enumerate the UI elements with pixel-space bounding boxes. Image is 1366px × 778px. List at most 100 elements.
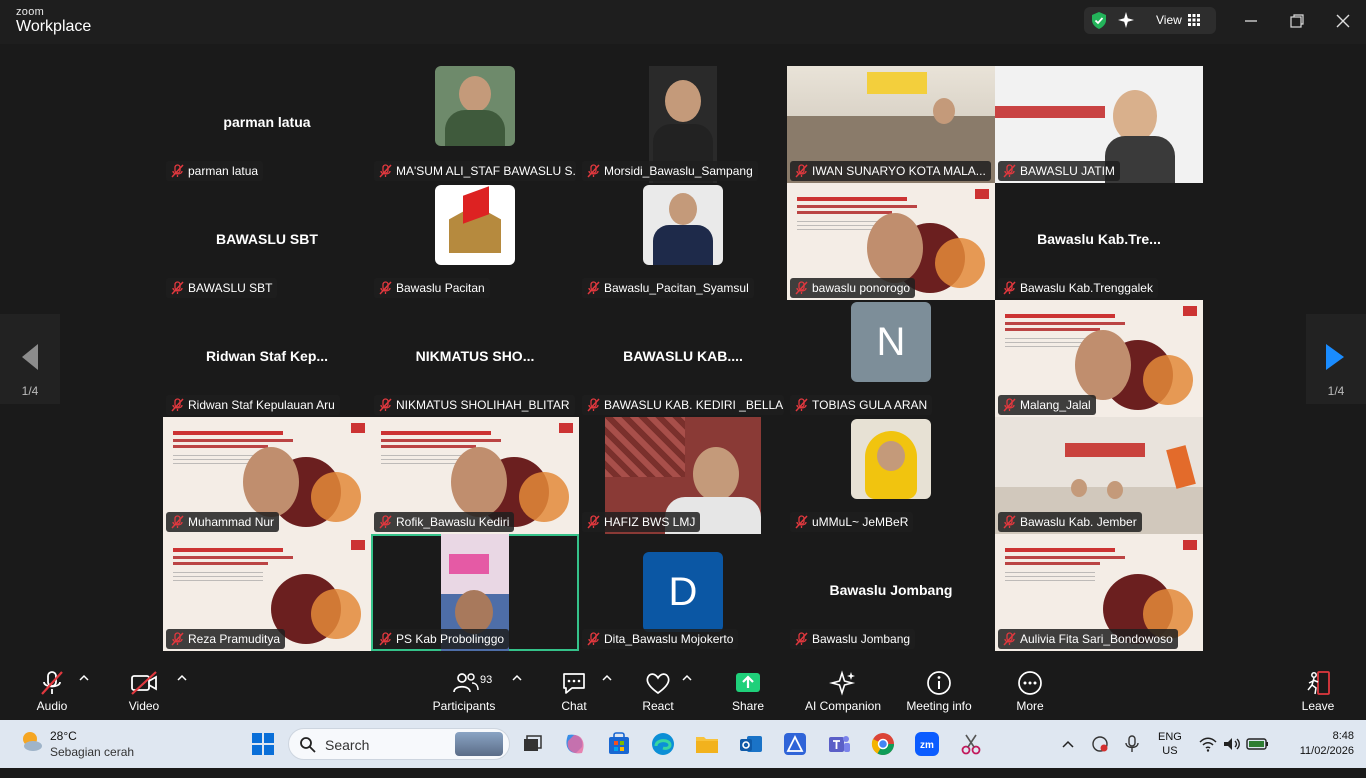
video-off-icon <box>131 671 157 695</box>
mic-muted-icon <box>171 164 184 178</box>
taskbar-search[interactable]: Search <box>288 728 510 760</box>
zoom-app-icon[interactable]: zm <box>914 731 940 757</box>
prev-page-button[interactable]: 1/4 <box>0 314 60 404</box>
video-gallery: 1/4 1/4 parman latua parman latua MA'SUM A… <box>0 44 1366 660</box>
participant-tile[interactable]: HAFIZ BWS LMJ <box>579 417 787 534</box>
participant-name: Muhammad Nur <box>188 515 275 529</box>
participants-button[interactable]: 93 Participants <box>428 660 500 720</box>
participant-display-name: Ridwan Staf Kep... <box>205 348 329 364</box>
participants-caret-icon[interactable] <box>512 674 522 682</box>
react-caret-icon[interactable] <box>682 674 692 682</box>
teams-icon[interactable] <box>826 731 852 757</box>
volume-icon[interactable] <box>1222 734 1242 754</box>
participant-tile[interactable]: Rofik_Bawaslu Kediri <box>371 417 579 534</box>
mic-muted-icon <box>41 671 63 695</box>
participant-name-label: Bawaslu Jombang <box>790 629 916 649</box>
participant-name-label: bawaslu ponorogo <box>790 278 916 298</box>
cloud-sync-icon[interactable] <box>1090 734 1110 754</box>
info-icon <box>927 671 951 695</box>
edge-icon[interactable] <box>650 731 676 757</box>
mic-tray-icon[interactable] <box>1122 734 1142 754</box>
avatar-initial: N <box>851 302 931 382</box>
mic-muted-icon <box>379 398 392 412</box>
close-icon[interactable] <box>1332 10 1354 32</box>
participant-tile[interactable]: NIKMATUS SHO... NIKMATUS SHOLIHAH_BLITAR <box>371 300 579 417</box>
participant-tile[interactable]: D Dita_Bawaslu Mojokerto <box>579 534 787 651</box>
more-icon <box>1018 671 1042 695</box>
video-caret-icon[interactable] <box>177 674 187 682</box>
participant-name: Ridwan Staf Kepulauan Aru <box>188 398 335 412</box>
audio-caret-icon[interactable] <box>79 674 89 682</box>
mic-muted-icon <box>171 515 184 529</box>
task-view-icon[interactable] <box>518 731 544 757</box>
participant-tile[interactable]: uMMuL~ JeMBeR <box>787 417 995 534</box>
participant-tile[interactable]: Bawaslu Kab.Tre... Bawaslu Kab.Trenggalek <box>995 183 1203 300</box>
battery-icon[interactable] <box>1246 734 1270 754</box>
participant-tile[interactable]: Bawaslu Pacitan <box>371 183 579 300</box>
participant-tile[interactable]: IWAN SUNARYO KOTA MALA... <box>787 66 995 183</box>
snipping-tool-icon[interactable] <box>958 731 984 757</box>
mic-muted-icon <box>1003 164 1016 178</box>
participant-display-name: parman latua <box>223 114 311 130</box>
meeting-info-label: Meeting info <box>906 699 972 713</box>
language-indicator[interactable]: ENG US <box>1158 730 1182 778</box>
leave-icon <box>1307 671 1330 695</box>
copilot-icon[interactable] <box>562 731 588 757</box>
next-page-button[interactable]: 1/4 <box>1306 314 1366 404</box>
ai-companion-label: AI Companion <box>804 699 882 713</box>
app-logo: zoom Workplace <box>16 7 91 35</box>
system-clock[interactable]: 8:48 11/02/2026 <box>1300 729 1354 759</box>
participant-name-label: BAWASLU SBT <box>166 278 278 298</box>
mic-muted-icon <box>795 164 808 178</box>
participant-tile[interactable]: MA'SUM ALI_STAF BAWASLU S... <box>371 66 579 183</box>
page-indicator-right: 1/4 <box>1327 384 1345 398</box>
chrome-icon[interactable] <box>870 731 896 757</box>
participant-tile[interactable]: PS Kab Probolinggo <box>371 534 579 651</box>
minimize-icon[interactable] <box>1240 10 1262 32</box>
participant-tile[interactable]: BAWASLU SBT BAWASLU SBT <box>163 183 371 300</box>
weather-widget[interactable]: 28°C Sebagian cerah <box>18 728 134 759</box>
audio-button[interactable]: Audio <box>24 660 80 720</box>
participant-name-label: Dita_Bawaslu Mojokerto <box>582 629 739 649</box>
meeting-info-button[interactable]: Meeting info <box>902 660 976 720</box>
file-explorer-icon[interactable] <box>694 731 720 757</box>
participant-tile[interactable]: Malang_Jalal <box>995 300 1203 417</box>
view-label: View <box>1156 13 1182 27</box>
video-button[interactable]: Video <box>116 660 172 720</box>
participant-name-label: Muhammad Nur <box>166 512 280 532</box>
svg-text:zm: zm <box>920 740 934 751</box>
participant-tile[interactable]: bawaslu ponorogo <box>787 183 995 300</box>
participant-tile[interactable]: Reza Pramuditya <box>163 534 371 651</box>
ai-companion-button[interactable]: AI Companion <box>802 660 884 720</box>
participant-tile[interactable]: N TOBIAS GULA ARAN <box>787 300 995 417</box>
wifi-icon[interactable] <box>1198 734 1218 754</box>
windows-start-icon[interactable] <box>250 731 276 757</box>
outlook-icon[interactable] <box>738 731 764 757</box>
participant-name-label: Ridwan Staf Kepulauan Aru <box>166 395 340 415</box>
mic-muted-icon <box>587 398 600 412</box>
participant-tile[interactable]: Ridwan Staf Kep... Ridwan Staf Kepulauan … <box>163 300 371 417</box>
microsoft-store-icon[interactable] <box>606 731 632 757</box>
search-icon <box>300 737 316 753</box>
participant-tile[interactable]: parman latua parman latua <box>163 66 371 183</box>
participant-tile[interactable]: BAWASLU JATIM <box>995 66 1203 183</box>
participant-tile[interactable]: Morsidi_Bawaslu_Sampang <box>579 66 787 183</box>
participant-tile[interactable]: BAWASLU KAB.... BAWASLU KAB. KEDIRI _BELL… <box>579 300 787 417</box>
app-icon-triangle[interactable] <box>782 731 808 757</box>
participant-tile[interactable]: Bawaslu Kab. Jember <box>995 417 1203 534</box>
chat-caret-icon[interactable] <box>602 674 612 682</box>
leave-button[interactable]: Leave <box>1296 660 1340 720</box>
share-button[interactable]: Share <box>722 660 774 720</box>
ai-sparkle-icon <box>829 670 856 696</box>
participant-tile[interactable]: Muhammad Nur <box>163 417 371 534</box>
restore-icon[interactable] <box>1286 10 1308 32</box>
chevron-up-icon[interactable] <box>1058 734 1078 754</box>
view-button[interactable]: View <box>1084 7 1216 34</box>
react-button[interactable]: React <box>632 660 684 720</box>
participant-tile[interactable]: Bawaslu_Pacitan_Syamsul <box>579 183 787 300</box>
participant-tile[interactable]: Aulivia Fita Sari_Bondowoso <box>995 534 1203 651</box>
chat-button[interactable]: Chat <box>548 660 600 720</box>
participant-tile[interactable]: Bawaslu Jombang Bawaslu Jombang <box>787 534 995 651</box>
chevron-right-icon <box>1326 344 1344 370</box>
more-button[interactable]: More <box>1006 660 1054 720</box>
